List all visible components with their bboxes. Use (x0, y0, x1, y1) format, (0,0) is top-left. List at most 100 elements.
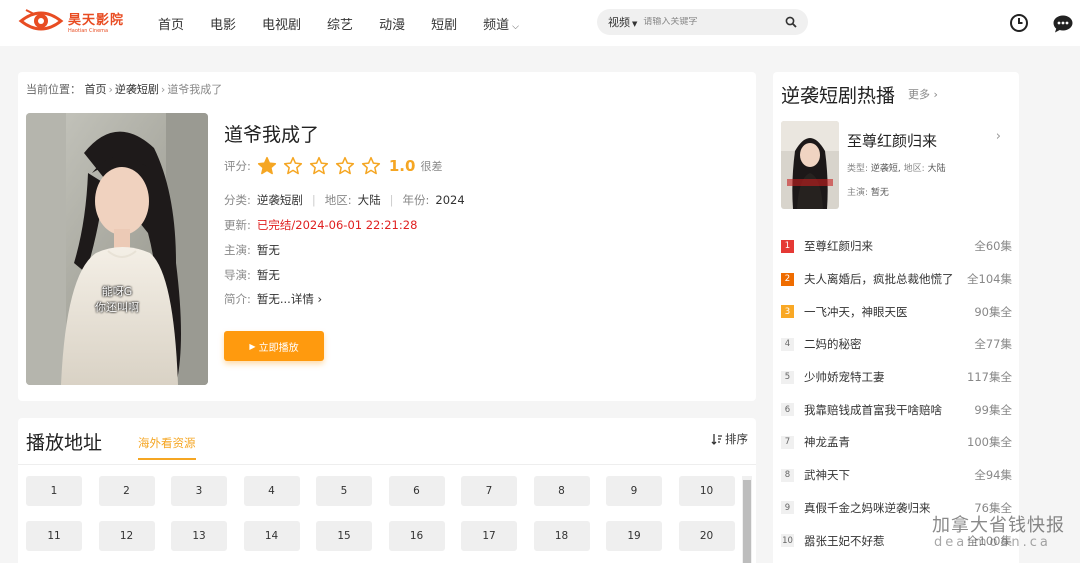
rank-episode-count: 全60集 (974, 239, 1012, 254)
search-type-select[interactable]: 视频 ▼ (608, 14, 637, 30)
featured-type-row: 类型: 逆袭短, 地区: 大陆 (847, 161, 946, 174)
episode-button[interactable]: 5 (316, 476, 372, 506)
tab-overseas-source[interactable]: 海外看资源 (138, 435, 196, 460)
rank-item[interactable]: 7 神龙孟青 100集全 (781, 426, 1012, 459)
video-poster[interactable]: 能呀G 你还叫啊 (26, 113, 208, 385)
site-logo[interactable]: 昊天影院 Haotian Cinema (18, 0, 142, 42)
rating-stars[interactable] (257, 156, 387, 176)
episode-button[interactable]: 3 (171, 476, 227, 506)
watermark-domain: dealmoon.ca (934, 535, 1051, 550)
rank-item[interactable]: 4 二妈的秘密 全77集 (781, 328, 1012, 361)
episode-button[interactable]: 14 (243, 521, 300, 551)
rank-title[interactable]: 神龙孟青 (804, 434, 961, 450)
logo-eye-icon (18, 4, 64, 38)
rank-title[interactable]: 少帅娇宠特工妻 (804, 369, 961, 385)
episode-button[interactable]: 6 (388, 476, 445, 506)
rank-episode-count: 117集全 (967, 370, 1012, 385)
chevron-right-icon[interactable]: › (996, 129, 1001, 144)
scrollbar-thumb[interactable] (743, 480, 751, 563)
rank-title[interactable]: 夫人离婚后，疯批总裁他慌了 (804, 271, 961, 287)
poster-caption-2: 你还叫啊 (95, 301, 139, 314)
nav-variety[interactable]: 综艺 (327, 14, 353, 33)
rank-item[interactable]: 3 一飞冲天，神眼天医 90集全 (781, 295, 1012, 328)
nav-anime[interactable]: 动漫 (379, 14, 405, 33)
nav-tv[interactable]: 电视剧 (262, 14, 301, 33)
intro-more-link[interactable]: 详情 › (291, 291, 322, 307)
episode-button[interactable]: 15 (316, 521, 372, 551)
message-bubble-icon[interactable] (1052, 14, 1073, 34)
featured-region-label: 地区: (903, 164, 925, 174)
star-filled-icon[interactable] (257, 156, 277, 176)
featured-cast-value: 暂无 (870, 188, 889, 198)
year-value[interactable]: 2024 (435, 193, 464, 207)
rank-number: 7 (781, 435, 794, 449)
rank-number: 3 (781, 305, 794, 319)
nav-short-drama[interactable]: 短剧 (431, 14, 457, 33)
rank-item[interactable]: 6 我靠赔钱成首富我干啥赔啥 99集全 (781, 393, 1012, 426)
category-value[interactable]: 逆袭短剧 (257, 192, 303, 208)
history-clock-icon[interactable] (1009, 13, 1029, 33)
episode-button[interactable]: 20 (678, 521, 735, 551)
rank-title[interactable]: 至尊红颜归来 (804, 238, 968, 254)
featured-thumbnail[interactable] (781, 121, 839, 209)
rank-title[interactable]: 武神天下 (804, 467, 968, 483)
rank-number: 1 (781, 239, 794, 253)
nav-channels-label: 频道 (483, 17, 510, 33)
category-label: 分类: (224, 193, 251, 207)
episode-button[interactable]: 2 (98, 476, 155, 506)
episode-button[interactable]: 12 (98, 521, 155, 551)
episode-button[interactable]: 11 (26, 521, 82, 551)
cast-value: 暂无 (256, 243, 280, 257)
search-bar: 视频 ▼ (597, 9, 808, 35)
sidebar-title: 逆袭短剧热播 (781, 85, 896, 107)
director-label: 导演: (224, 268, 251, 282)
rank-episode-count: 99集全 (974, 402, 1012, 417)
episode-button[interactable]: 10 (678, 476, 735, 506)
rank-title[interactable]: 一飞冲天，神眼天医 (804, 304, 968, 320)
search-icon[interactable] (783, 14, 799, 30)
intro-label: 简介: (224, 292, 251, 306)
intro-more-label: 详情 (290, 292, 314, 306)
rank-item[interactable]: 5 少帅娇宠特工妻 117集全 (781, 361, 1012, 394)
rank-title[interactable]: 二妈的秘密 (804, 336, 968, 352)
episode-button[interactable]: 17 (461, 521, 517, 551)
search-input[interactable] (643, 17, 774, 27)
rank-episode-count: 90集全 (974, 304, 1012, 319)
play-now-button[interactable]: ▶ 立即播放 (224, 331, 324, 361)
logo-name: 昊天影院 (68, 12, 125, 28)
episode-button[interactable]: 8 (533, 476, 590, 506)
episode-button[interactable]: 13 (171, 521, 227, 551)
star-empty-icon[interactable] (309, 156, 329, 176)
star-empty-icon[interactable] (361, 156, 381, 176)
breadcrumb-current: 道爷我成了 (167, 83, 223, 96)
breadcrumb-home[interactable]: 首页 (85, 83, 107, 96)
rank-item[interactable]: 2 夫人离婚后，疯批总裁他慌了 全104集 (781, 263, 1012, 296)
episode-button[interactable]: 9 (606, 476, 662, 506)
episode-button[interactable]: 7 (461, 476, 517, 506)
nav-channels[interactable]: 频道 ⌵ (483, 14, 519, 33)
intro-row: 简介: 暂无... 详情 › (224, 291, 322, 307)
star-empty-icon[interactable] (335, 156, 355, 176)
region-value[interactable]: 大陆 (358, 192, 381, 208)
play-address-title: 播放地址 (26, 432, 103, 454)
rank-item[interactable]: 8 武神天下 全94集 (781, 459, 1012, 492)
star-empty-icon[interactable] (283, 156, 303, 176)
sidebar-more-label: 更多 (908, 88, 930, 101)
sort-button[interactable]: 排序 (711, 431, 748, 447)
hot-list-sidebar: 逆袭短剧热播 更多 › 至尊红颜归来 › 类型: 逆袭短, 地区: 大陆 主演:… (773, 72, 1019, 563)
episode-button[interactable]: 19 (606, 521, 662, 551)
episode-button[interactable]: 18 (533, 521, 590, 551)
episode-button[interactable]: 1 (26, 476, 82, 506)
nav-movies[interactable]: 电影 (210, 14, 236, 33)
episode-button[interactable]: 16 (388, 521, 445, 551)
nav-home[interactable]: 首页 (158, 14, 184, 33)
rank-title[interactable]: 我靠赔钱成首富我干啥赔啥 (804, 402, 968, 418)
breadcrumb-category[interactable]: 逆袭短剧 (115, 83, 159, 96)
featured-item[interactable]: 至尊红颜归来 › 类型: 逆袭短, 地区: 大陆 主演: 暂无 (781, 121, 1011, 209)
rank-item[interactable]: 1 至尊红颜归来 全60集 (781, 230, 1012, 263)
site-header: 昊天影院 Haotian Cinema 首页 电影 电视剧 综艺 动漫 短剧 频… (0, 0, 1080, 46)
episode-scrollbar[interactable] (742, 476, 752, 563)
episode-button[interactable]: 4 (243, 476, 300, 506)
featured-name[interactable]: 至尊红颜归来 (847, 130, 937, 151)
sidebar-more-link[interactable]: 更多 › (908, 86, 938, 102)
